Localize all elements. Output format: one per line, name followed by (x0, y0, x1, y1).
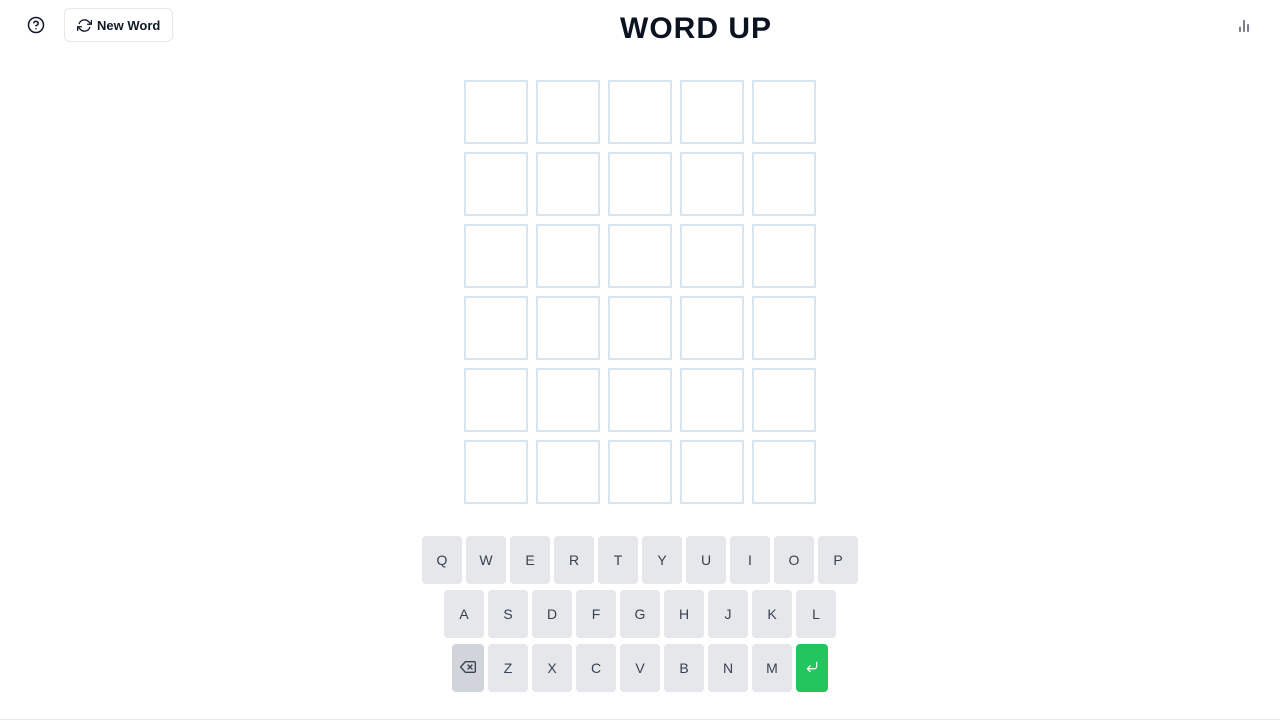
board-tile (752, 224, 816, 288)
board-tile (536, 80, 600, 144)
key-q[interactable]: Q (422, 536, 462, 584)
board-tile (608, 80, 672, 144)
board-tile (752, 152, 816, 216)
backspace-icon (460, 659, 476, 678)
board-tile (608, 224, 672, 288)
board-tile (536, 440, 600, 504)
board-tile (464, 152, 528, 216)
board-tile (680, 152, 744, 216)
board-tile (752, 80, 816, 144)
board-tile (464, 440, 528, 504)
key-n[interactable]: N (708, 644, 748, 692)
key-y[interactable]: Y (642, 536, 682, 584)
board-tile (464, 224, 528, 288)
board-tile (680, 80, 744, 144)
board-tile (608, 296, 672, 360)
board-tile (752, 296, 816, 360)
page-title: WORD UP (620, 12, 772, 45)
key-e[interactable]: E (510, 536, 550, 584)
board-tile (536, 296, 600, 360)
game-board (464, 80, 816, 504)
key-c[interactable]: C (576, 644, 616, 692)
board-tile (536, 152, 600, 216)
key-r[interactable]: R (554, 536, 594, 584)
key-m[interactable]: M (752, 644, 792, 692)
game-app: New Word WORD UP Q W E R T Y U I O P A S… (0, 0, 1280, 720)
board-tile (464, 296, 528, 360)
board-tile (464, 80, 528, 144)
key-z[interactable]: Z (488, 644, 528, 692)
key-f[interactable]: F (576, 590, 616, 638)
key-x[interactable]: X (532, 644, 572, 692)
board-tile (752, 440, 816, 504)
backspace-key[interactable] (452, 644, 484, 692)
board-tile (608, 152, 672, 216)
stats-button[interactable] (1234, 18, 1254, 38)
keyboard-row-2: A S D F G H J K L (0, 590, 1280, 638)
bar-chart-icon (1236, 18, 1252, 39)
key-a[interactable]: A (444, 590, 484, 638)
enter-key[interactable] (796, 644, 828, 692)
key-d[interactable]: D (532, 590, 572, 638)
key-k[interactable]: K (752, 590, 792, 638)
board-tile (680, 368, 744, 432)
board-tile (608, 368, 672, 432)
keyboard-row-3: Z X C V B N M (0, 644, 1280, 692)
on-screen-keyboard: Q W E R T Y U I O P A S D F G H J K L Z … (0, 536, 1280, 698)
board-tile (464, 368, 528, 432)
key-s[interactable]: S (488, 590, 528, 638)
board-tile (536, 224, 600, 288)
key-j[interactable]: J (708, 590, 748, 638)
key-w[interactable]: W (466, 536, 506, 584)
key-t[interactable]: T (598, 536, 638, 584)
key-i[interactable]: I (730, 536, 770, 584)
board-tile (536, 368, 600, 432)
board-tile (680, 440, 744, 504)
board-tile (608, 440, 672, 504)
key-b[interactable]: B (664, 644, 704, 692)
key-h[interactable]: H (664, 590, 704, 638)
enter-icon (805, 660, 819, 677)
key-o[interactable]: O (774, 536, 814, 584)
board-tile (752, 368, 816, 432)
key-p[interactable]: P (818, 536, 858, 584)
board-tile (680, 224, 744, 288)
key-l[interactable]: L (796, 590, 836, 638)
keyboard-row-1: Q W E R T Y U I O P (0, 536, 1280, 584)
key-u[interactable]: U (686, 536, 726, 584)
board-tile (680, 296, 744, 360)
key-v[interactable]: V (620, 644, 660, 692)
key-g[interactable]: G (620, 590, 660, 638)
